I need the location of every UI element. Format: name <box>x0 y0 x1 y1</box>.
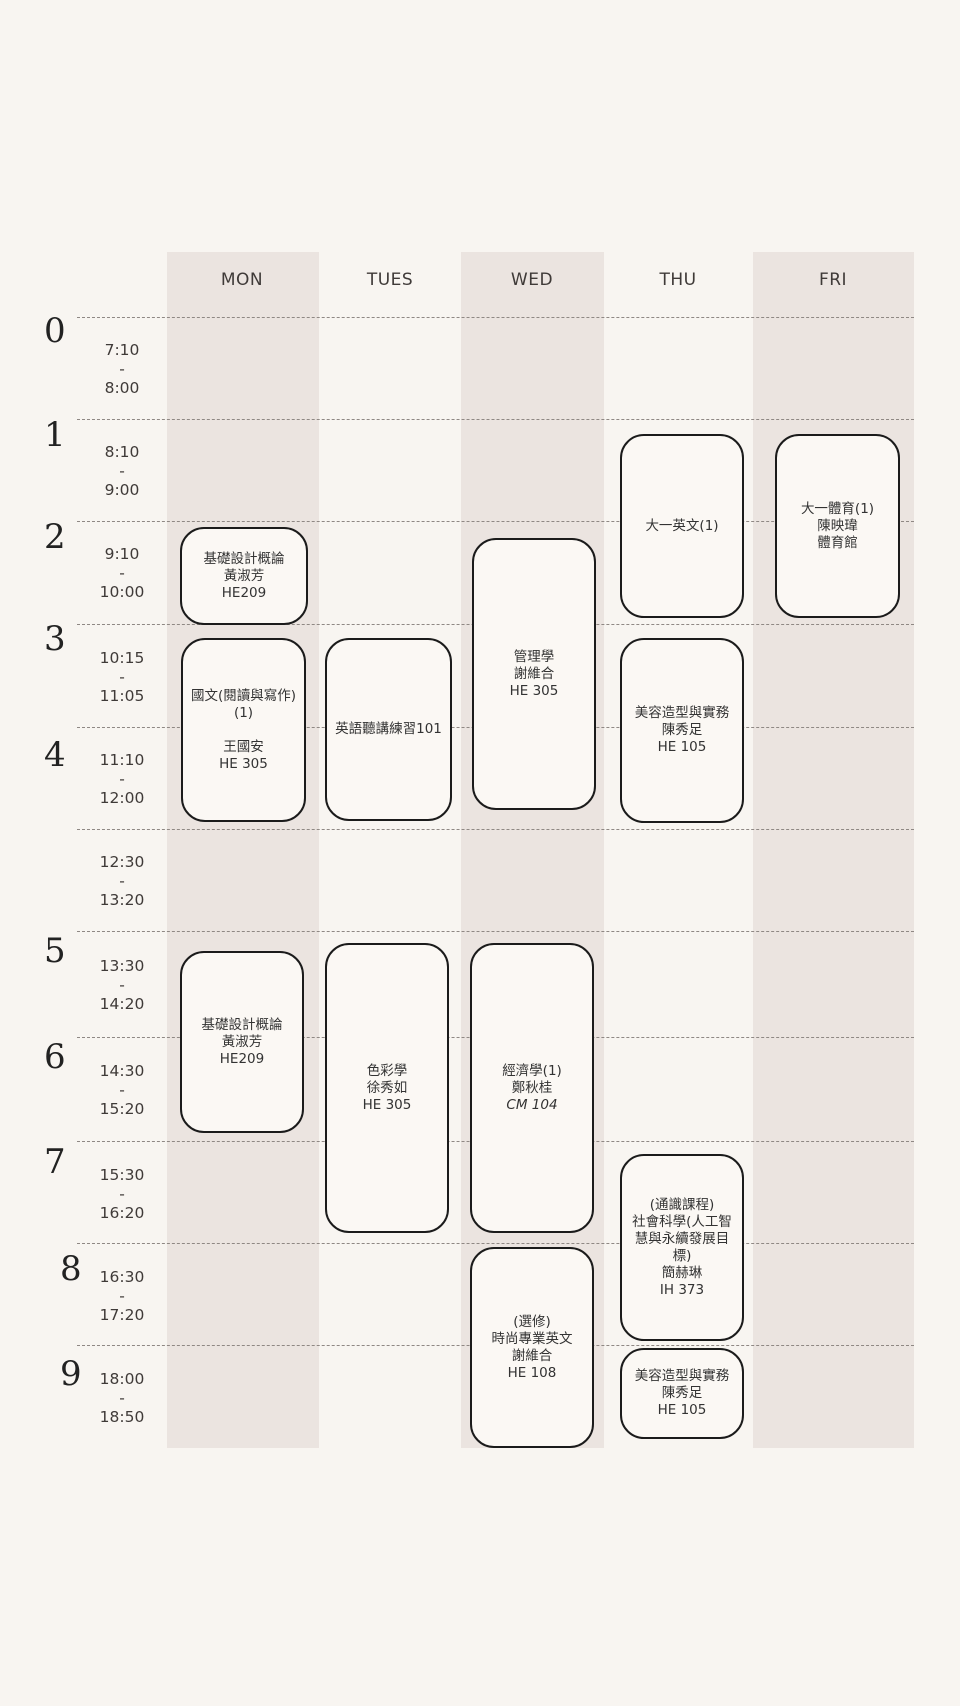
course-card-tue-listening[interactable]: 英語聽講練習101 <box>325 638 452 821</box>
course-card-thu-beauty-am[interactable]: 美容造型與實務 陳秀足 HE 105 <box>620 638 744 823</box>
time-label-period-2: 9:10-10:00 <box>99 545 145 601</box>
day-header-tues: TUES <box>366 270 414 290</box>
time-label-period-9: 18:00-18:50 <box>99 1370 145 1426</box>
row-divider <box>77 317 914 318</box>
course-card-wed-fashion-english[interactable]: (選修) 時尚專業英文 謝維合 HE 108 <box>470 1247 594 1448</box>
period-number: 6 <box>44 1037 66 1077</box>
time-label-period-5: 13:30-14:20 <box>99 957 145 1013</box>
period-number: 4 <box>44 735 66 775</box>
period-number: 3 <box>44 619 66 659</box>
row-divider <box>77 829 914 830</box>
time-label-period-4: 11:10-12:00 <box>99 751 145 807</box>
period-number: 0 <box>44 311 66 351</box>
row-divider <box>77 1243 914 1244</box>
time-label-period-7: 15:30-16:20 <box>99 1166 145 1222</box>
column-bg-mon <box>167 252 319 1448</box>
column-bg-fri <box>753 252 914 1448</box>
time-label-period-3: 10:15-11:05 <box>99 649 145 705</box>
course-card-wed-management[interactable]: 管理學 謝維合 HE 305 <box>472 538 596 810</box>
course-card-mon-chinese[interactable]: 國文(閱讀與寫作) (1) 王國安 HE 305 <box>181 638 306 822</box>
time-label-period-8: 16:30-17:20 <box>99 1268 145 1324</box>
course-card-thu-social-science[interactable]: (通識課程) 社會科學(人工智 慧與永續發展目 標) 簡赫琳 IH 373 <box>620 1154 744 1341</box>
time-label-period-6: 14:30-15:20 <box>99 1062 145 1118</box>
day-header-fri: FRI <box>818 270 848 290</box>
time-label-period-0: 7:10-8:00 <box>104 341 140 397</box>
day-header-mon: MON <box>220 270 264 290</box>
day-header-wed: WED <box>510 270 554 290</box>
period-number: 1 <box>44 415 66 455</box>
period-number: 8 <box>60 1249 82 1289</box>
period-number: 5 <box>44 931 66 971</box>
period-number: 9 <box>60 1354 82 1394</box>
course-card-wed-economics[interactable]: 經濟學(1) 鄭秋桂 CM 104 <box>470 943 594 1233</box>
period-number: 2 <box>44 517 66 557</box>
course-card-thu-english[interactable]: 大一英文(1) <box>620 434 744 618</box>
course-card-mon-design-am[interactable]: 基礎設計概論 黃淑芳 HE209 <box>180 527 308 625</box>
time-label-lunch: 12:30-13:20 <box>99 853 145 909</box>
row-divider <box>77 931 914 932</box>
course-card-mon-design-pm[interactable]: 基礎設計概論 黃淑芳 HE209 <box>180 951 304 1133</box>
day-header-thu: THU <box>659 270 697 290</box>
row-divider <box>77 419 914 420</box>
course-card-fri-pe[interactable]: 大一體育(1) 陳映瑋 體育館 <box>775 434 900 618</box>
course-card-thu-beauty-pm[interactable]: 美容造型與實務 陳秀足 HE 105 <box>620 1348 744 1439</box>
period-number: 7 <box>44 1142 66 1182</box>
time-label-period-1: 8:10-9:00 <box>104 443 140 499</box>
course-card-tue-color[interactable]: 色彩學 徐秀如 HE 305 <box>325 943 449 1233</box>
